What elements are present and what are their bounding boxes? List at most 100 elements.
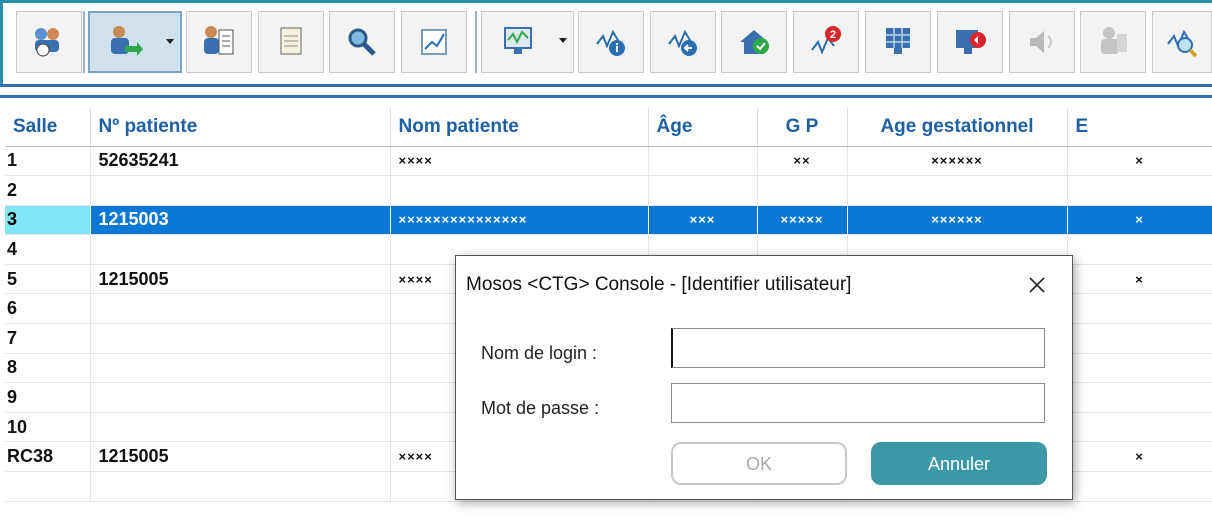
cell-e: × [1067, 146, 1212, 177]
cell-num [90, 382, 391, 413]
toolbar-button-patient-disabled[interactable] [1080, 11, 1146, 73]
cancel-button[interactable]: Annuler [871, 442, 1047, 485]
toolbar-button-chart-check[interactable] [401, 11, 467, 73]
monitor-sound-icon [956, 30, 986, 54]
cell-salle: 5 [5, 264, 91, 295]
grid-header-row: Salle Nº patiente Nom patiente Âge G P A… [5, 108, 1212, 147]
col-header-age-gestationnel[interactable]: Age gestationnel [847, 108, 1068, 147]
cell-e: × [1067, 264, 1212, 295]
dropdown-arrow-icon[interactable] [559, 38, 567, 43]
toolbar-button-patient-arrow[interactable] [88, 11, 182, 73]
cell-gp: ×× [757, 146, 848, 177]
patients-clock-icon [35, 28, 59, 57]
toolbar-button-patients-clock[interactable] [16, 11, 82, 73]
toolbar-button-alert-badge[interactable]: 2 [793, 11, 859, 73]
cell-num [90, 293, 391, 325]
table-row[interactable]: 3 1215003 ××××××××××××××× ××× ××××× ×××××× × [5, 205, 1212, 236]
toolbar-button-monitor-sound[interactable] [937, 11, 1003, 73]
col-header-num-patiente[interactable]: Nº patiente [90, 108, 391, 147]
col-header-age[interactable]: Âge [648, 108, 758, 147]
alert-badge-icon: 2 [811, 26, 841, 55]
toolbar-button-grid-monitor[interactable] [865, 11, 931, 73]
close-icon[interactable] [1020, 268, 1054, 302]
cell-e: × [1067, 441, 1212, 473]
trace-info-icon [596, 29, 625, 56]
cell-num: 52635241 [90, 146, 391, 177]
toolbar-button-trace-zoom[interactable] [1152, 11, 1212, 73]
cell-nom: ××××××××××××××× [390, 205, 649, 236]
cell-salle: 7 [5, 323, 91, 354]
svg-text:2: 2 [830, 29, 836, 41]
ok-button[interactable]: OK [671, 442, 847, 485]
table-row[interactable]: 1 52635241 ×××× ×× ×××××× × [5, 146, 1212, 177]
cell-e: × [1067, 205, 1212, 236]
cell-salle: 6 [5, 293, 91, 325]
cell-salle: RC38 [5, 441, 91, 473]
cell-salle: 8 [5, 353, 91, 384]
col-header-e[interactable]: E [1067, 108, 1212, 147]
cell-e [1067, 323, 1212, 354]
toolbar-button-magnifier[interactable] [329, 11, 395, 73]
toolbar-button-trace-back[interactable] [650, 11, 716, 73]
toolbar-separator [83, 11, 85, 73]
login-input[interactable] [671, 328, 1045, 368]
cell-e [1067, 382, 1212, 413]
login-dialog: Mosos <CTG> Console - [Identifier utilis… [455, 255, 1073, 500]
col-header-nom-patiente[interactable]: Nom patiente [390, 108, 649, 147]
patient-disabled-icon [1101, 27, 1127, 54]
cell-age [648, 146, 758, 177]
cell-num: 1215005 [90, 441, 391, 473]
cell-e [1067, 293, 1212, 325]
cell-num [90, 412, 391, 443]
cell-num [90, 323, 391, 354]
cell-ag [847, 175, 1068, 206]
cell-num [90, 175, 391, 206]
app-window: 2 Salle Nº patiente Nom patiente Âge G P… [0, 0, 1212, 527]
toolbar-button-home-check[interactable] [721, 11, 787, 73]
col-header-gp[interactable]: G P [757, 108, 848, 147]
magnifier-icon [348, 28, 376, 56]
toolbar-button-patient-document[interactable] [186, 11, 252, 73]
password-label: Mot de passe : [481, 398, 600, 418]
cell-salle: 2 [5, 175, 91, 206]
cell-e [1067, 175, 1212, 206]
cell-salle: 4 [5, 234, 91, 265]
cell-num [90, 353, 391, 384]
toolbar-divider [0, 84, 1212, 98]
cell-ag: ×××××× [847, 146, 1068, 177]
cell-e [1067, 234, 1212, 265]
toolbar-button-speaker-disabled[interactable] [1009, 11, 1075, 73]
trace-back-icon [668, 29, 697, 56]
cell-ag: ×××××× [847, 205, 1068, 236]
speaker-disabled-icon [1030, 31, 1052, 53]
patient-arrow-icon [111, 26, 143, 56]
monitor-icon [503, 27, 532, 54]
cell-num: 1215003 [90, 205, 391, 236]
cell-age [648, 175, 758, 206]
cell-gp: ××××× [757, 205, 848, 236]
col-header-salle[interactable]: Salle [5, 108, 91, 147]
cell-salle: 1 [5, 146, 91, 177]
toolbar-button-notepad[interactable] [258, 11, 324, 73]
toolbar: 2 [0, 0, 1212, 84]
home-check-icon [740, 30, 769, 54]
cell-salle: 10 [5, 412, 91, 443]
cell-num: 1215005 [90, 264, 391, 295]
toolbar-separator [475, 11, 477, 73]
cell-salle: 9 [5, 382, 91, 413]
chart-check-icon [421, 29, 447, 55]
cell-gp [757, 175, 848, 206]
password-input[interactable] [671, 383, 1045, 423]
cell-num [90, 234, 391, 265]
cell-age: ××× [648, 205, 758, 236]
cell-e [1067, 471, 1212, 502]
toolbar-button-trace-info[interactable] [578, 11, 644, 73]
patient-document-icon [204, 26, 234, 55]
dropdown-arrow-icon[interactable] [166, 39, 174, 44]
cell-nom [390, 175, 649, 206]
table-row[interactable]: 2 [5, 175, 1212, 206]
trace-zoom-icon [1167, 29, 1198, 58]
toolbar-button-monitor[interactable] [481, 11, 574, 73]
cell-salle: 3 [5, 205, 91, 236]
login-label: Nom de login : [481, 343, 598, 363]
